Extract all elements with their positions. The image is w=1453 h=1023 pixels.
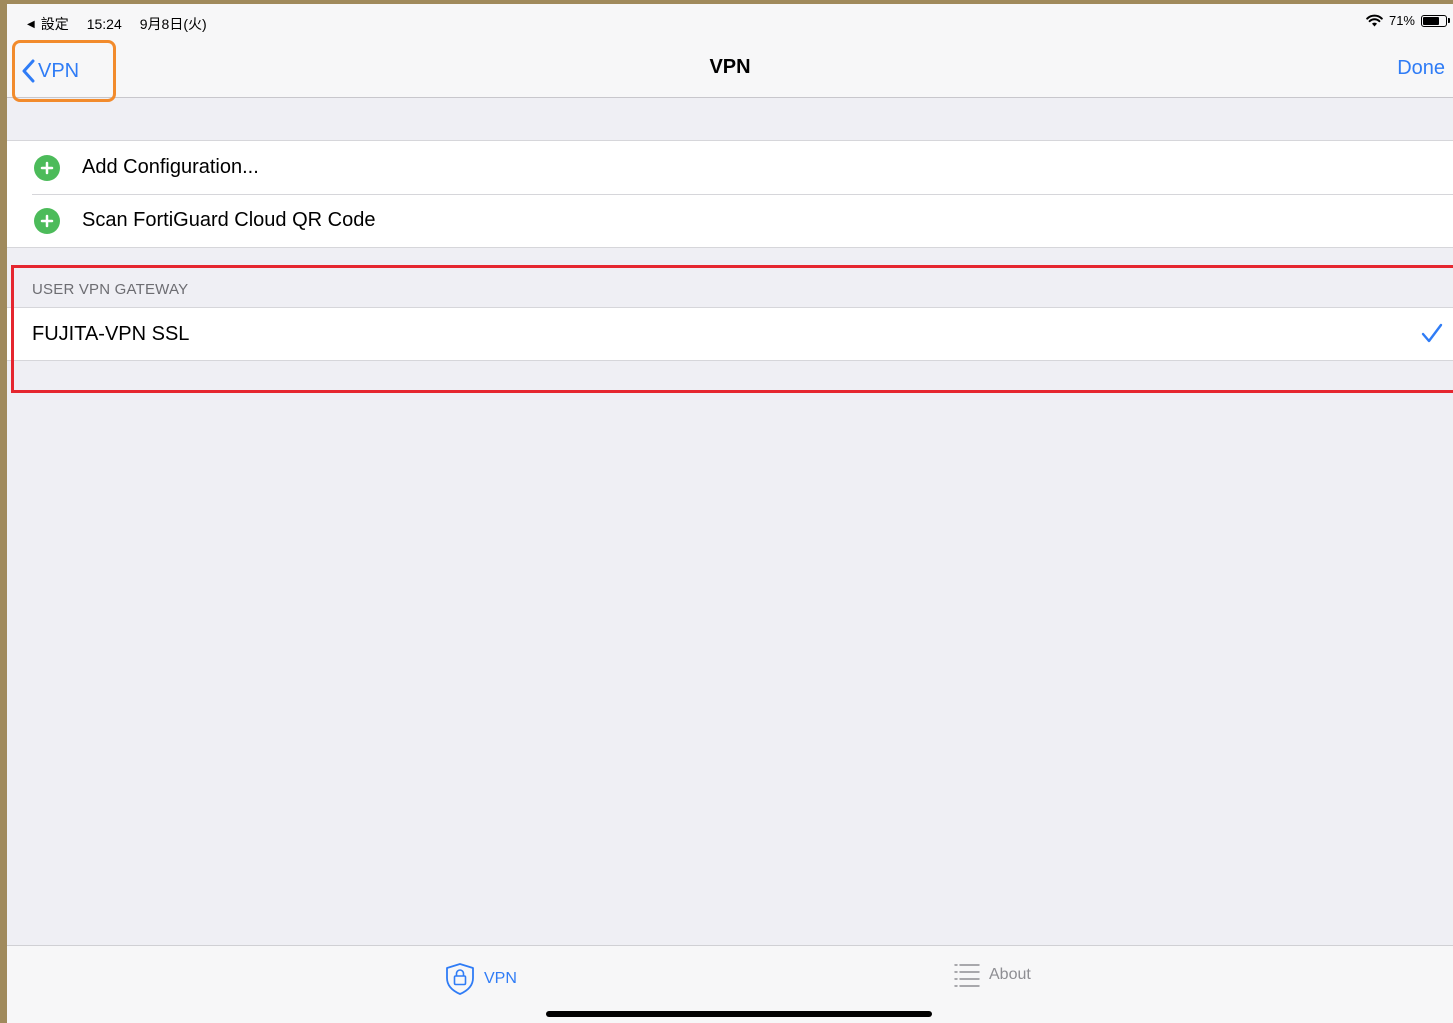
shield-lock-icon — [446, 963, 474, 995]
battery-percent: 71% — [1388, 13, 1415, 28]
tab-about-label: About — [989, 966, 1031, 983]
tab-about[interactable]: About — [953, 962, 1031, 988]
back-to-app-label[interactable]: 設定 — [41, 14, 69, 34]
wifi-icon — [1366, 14, 1383, 27]
done-button[interactable]: Done — [1397, 57, 1445, 80]
actions-group: Add Configuration... Scan FortiGuard Clo… — [7, 140, 1453, 248]
status-time: 15:24 — [86, 16, 122, 32]
add-circle-icon — [34, 207, 60, 234]
add-configuration-label: Add Configuration... — [82, 156, 259, 178]
status-date: 9月8日(火) — [139, 16, 207, 32]
add-configuration-row[interactable]: Add Configuration... — [7, 141, 1453, 194]
navigation-bar: VPN VPN Done — [7, 40, 1453, 102]
scan-qr-code-row[interactable]: Scan FortiGuard Cloud QR Code — [7, 194, 1453, 247]
status-right: 71% — [1366, 13, 1450, 28]
battery-icon — [1421, 14, 1450, 27]
status-left: ◀ 設定 15:24 9月8日(火) — [27, 14, 207, 34]
tab-vpn-label: VPN — [484, 970, 517, 987]
highlight-box-gateway — [11, 265, 1453, 393]
add-circle-icon — [34, 154, 60, 181]
tab-bar: VPN About — [7, 945, 1453, 1023]
scan-qr-code-label: Scan FortiGuard Cloud QR Code — [82, 209, 376, 231]
list-icon — [954, 964, 980, 987]
back-to-app-icon[interactable]: ◀ — [27, 19, 35, 30]
home-indicator — [546, 1011, 932, 1017]
status-bar: ◀ 設定 15:24 9月8日(火) 71% — [7, 4, 1453, 42]
tab-vpn[interactable]: VPN — [444, 962, 517, 996]
page-title: VPN — [709, 56, 751, 78]
device-frame: ◀ 設定 15:24 9月8日(火) 71% VPN VPN Done Add … — [0, 0, 1453, 1023]
